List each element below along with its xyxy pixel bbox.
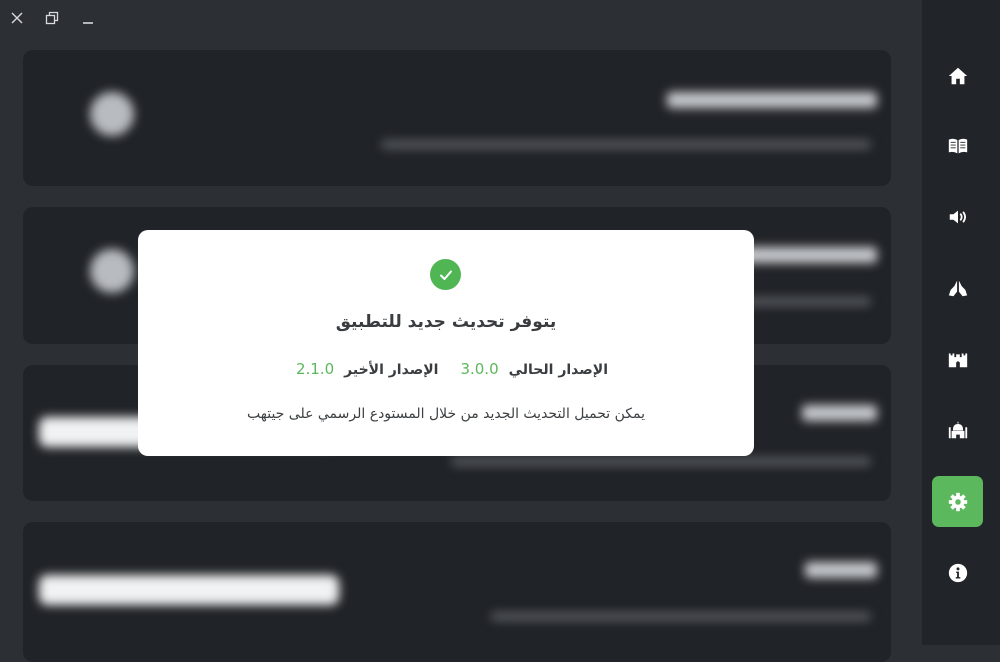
latest-version-label: الإصدار الأخير <box>344 362 439 378</box>
close-icon <box>11 12 23 24</box>
update-dialog: يتوفر تحديث جديد للتطبيق الإصدار الحالي … <box>138 230 754 456</box>
version-info: الإصدار الحالي 3.0.0 الإصدار الأخير 2.1.… <box>138 360 754 378</box>
sidebar-item-fortress[interactable] <box>932 333 983 384</box>
latest-version-value: 2.1.0 <box>295 360 335 378</box>
restore-window-button[interactable] <box>42 8 62 28</box>
settings-card-1 <box>23 50 891 186</box>
dialog-title: يتوفر تحديث جديد للتطبيق <box>335 312 557 332</box>
current-version-label: الإصدار الحالي <box>508 362 609 378</box>
praying-hands-icon <box>948 280 967 296</box>
sidebar-item-audio[interactable] <box>932 191 983 242</box>
success-check-icon <box>430 259 461 290</box>
minimize-window-button[interactable] <box>78 8 98 28</box>
settings-card-4 <box>23 522 891 662</box>
sidebar-item-settings[interactable] <box>932 476 983 527</box>
sidebar-item-home[interactable] <box>932 50 983 101</box>
dialog-message: يمكن تحميل التحديث الجديد من خلال المستو… <box>247 406 645 422</box>
restore-icon <box>45 11 59 25</box>
current-version-value: 3.0.0 <box>460 360 499 378</box>
sidebar-item-quran[interactable] <box>932 120 983 171</box>
info-icon <box>948 563 967 582</box>
mosque-icon <box>948 421 967 438</box>
home-icon <box>948 67 967 84</box>
minimize-icon <box>83 22 93 24</box>
open-book-icon <box>948 138 967 153</box>
gear-icon <box>948 492 967 511</box>
speaker-icon <box>949 210 966 223</box>
castle-icon <box>948 353 967 367</box>
sidebar <box>922 0 1000 645</box>
sidebar-item-about[interactable] <box>932 547 983 598</box>
sidebar-item-mosque[interactable] <box>932 404 983 455</box>
close-window-button[interactable] <box>7 8 27 28</box>
sidebar-item-duas[interactable] <box>932 262 983 313</box>
